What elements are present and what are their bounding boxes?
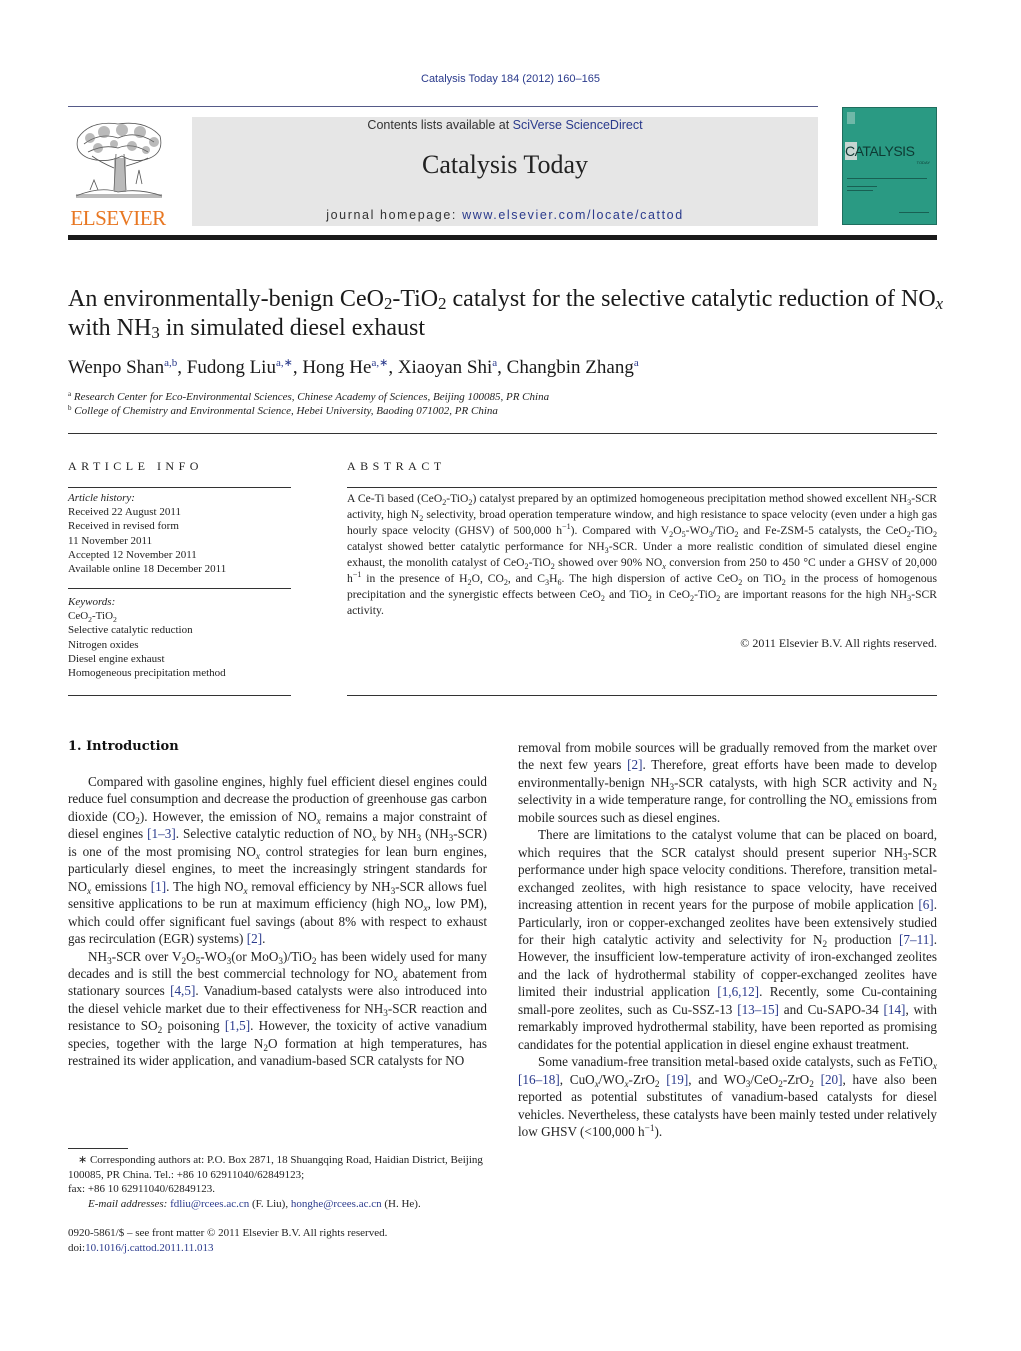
- paragraph: Compared with gasoline engines, highly f…: [68, 774, 488, 947]
- cover-line: [847, 178, 927, 179]
- cover-line: [847, 190, 873, 191]
- history-item: Received in revised form: [68, 520, 179, 533]
- reference-link[interactable]: [1,6,12]: [717, 984, 759, 999]
- author[interactable]: Xiaoyan Shi: [398, 357, 492, 378]
- article-info-heading: ARTICLE INFO: [68, 459, 203, 473]
- article-history: Article history: Received 22 August 2011…: [68, 491, 291, 576]
- reference-link[interactable]: [19]: [666, 1072, 688, 1087]
- homepage-prefix: journal homepage:: [326, 208, 463, 222]
- fax: fax: +86 10 62911040/62849123.: [68, 1183, 215, 1195]
- header-divider: [68, 106, 818, 107]
- cover-line: [847, 186, 877, 187]
- front-matter: 0920-5861/$ – see front matter © 2011 El…: [68, 1226, 488, 1256]
- doi-link[interactable]: 10.1016/j.cattod.2011.11.013: [85, 1242, 213, 1254]
- history-item: Accepted 12 November 2011: [68, 548, 197, 561]
- email-link[interactable]: fdliu@rcees.ac.cn: [170, 1198, 249, 1210]
- author-affiliation-mark[interactable]: a: [492, 357, 497, 369]
- left-column: Compared with gasoline engines, highly f…: [68, 773, 487, 1070]
- corresponding-author-footnote: ∗ Corresponding authors at: P.O. Box 287…: [68, 1153, 488, 1211]
- elsevier-tree-icon: [75, 122, 163, 198]
- divider: [347, 695, 937, 696]
- journal-homepage: journal homepage: www.elsevier.com/locat…: [192, 208, 818, 222]
- journal-title: Catalysis Today: [422, 150, 588, 179]
- reference-link[interactable]: [16–18]: [518, 1072, 560, 1087]
- abstract-copyright: © 2011 Elsevier B.V. All rights reserved…: [740, 636, 937, 650]
- reference-link[interactable]: [7–11]: [899, 932, 934, 947]
- contents-prefix: Contents lists available at: [367, 118, 513, 132]
- keywords-label: Keywords:: [68, 596, 116, 608]
- paragraph: NH3-SCR over V2O5-WO3(or MoO3)/TiO2 has …: [68, 948, 487, 1069]
- history-item: Received 22 August 2011: [68, 506, 181, 519]
- divider: [347, 487, 937, 488]
- paragraph-continued: removal from mobile sources will be grad…: [518, 740, 937, 825]
- reference-link[interactable]: [6]: [918, 897, 933, 912]
- article-title: An environmentally-benign CeO2-TiO2 cata…: [68, 286, 944, 342]
- reference-link[interactable]: [2]: [247, 931, 262, 946]
- author-affiliation-mark[interactable]: a,∗: [371, 357, 388, 369]
- reference-link[interactable]: [1–3]: [147, 826, 176, 841]
- author-affiliation-mark[interactable]: a,∗: [276, 357, 293, 369]
- history-item: 11 November 2011: [68, 534, 153, 547]
- author-affiliation-mark[interactable]: a,b: [164, 357, 177, 369]
- section-divider: [68, 433, 937, 434]
- reference-link[interactable]: [1,5]: [225, 1018, 250, 1033]
- keyword: Diesel engine exhaust: [68, 652, 165, 665]
- author[interactable]: Hong He: [302, 357, 371, 378]
- reference-link[interactable]: [13–15]: [737, 1002, 779, 1017]
- keyword: Selective catalytic reduction: [68, 624, 193, 637]
- corresponding-address: ∗ Corresponding authors at: P.O. Box 287…: [68, 1154, 483, 1181]
- cover-subtitle: TODAY: [916, 160, 930, 165]
- paragraph: Some vanadium-free transition metal-base…: [518, 1054, 938, 1139]
- divider: [68, 695, 291, 696]
- doi-line: doi:10.1016/j.cattod.2011.11.013: [68, 1242, 214, 1254]
- elsevier-wordmark: ELSEVIER: [70, 206, 166, 230]
- abstract-heading: ABSTRACT: [347, 459, 446, 473]
- author-affiliation-mark[interactable]: a: [634, 357, 639, 369]
- reference-link[interactable]: [14]: [883, 1002, 905, 1017]
- sciencedirect-link[interactable]: SciVerse ScienceDirect: [513, 118, 643, 132]
- email-line: E-mail addresses: fdliu@rcees.ac.cn (F. …: [88, 1197, 421, 1210]
- journal-banner: Contents lists available at SciVerse Sci…: [192, 117, 818, 226]
- contents-line: Contents lists available at SciVerse Sci…: [192, 118, 818, 132]
- keyword: CeO2-TiO2: [68, 610, 117, 625]
- reference-link[interactable]: [1]: [151, 879, 166, 894]
- keyword: Homogeneous precipitation method: [68, 667, 226, 680]
- right-column: removal from mobile sources will be grad…: [518, 739, 937, 1140]
- divider: [68, 588, 291, 589]
- homepage-link[interactable]: www.elsevier.com/locate/cattod: [462, 208, 684, 222]
- keywords: Keywords: CeO2-TiO2 Selective catalytic …: [68, 595, 291, 680]
- reference-link[interactable]: [2]: [627, 757, 642, 772]
- history-item: Available online 18 December 2011: [68, 563, 227, 576]
- paragraph: There are limitations to the catalyst vo…: [518, 827, 937, 1052]
- cover-line: [899, 212, 929, 213]
- author-list: Wenpo Shana,b, Fudong Liua,∗, Hong Hea,∗…: [68, 357, 639, 378]
- abstract-text: A Ce-Ti based (CeO2-TiO2) catalyst prepa…: [347, 492, 937, 617]
- affiliation: b College of Chemistry and Environmental…: [68, 404, 498, 417]
- issn-line: 0920-5861/$ – see front matter © 2011 El…: [68, 1227, 388, 1239]
- journal-citation[interactable]: Catalysis Today 184 (2012) 160–165: [0, 73, 1021, 85]
- author[interactable]: Wenpo Shan: [68, 357, 164, 378]
- cover-title: CATALYSIS: [845, 143, 915, 159]
- author[interactable]: Changbin Zhang: [507, 357, 634, 378]
- history-label: Article history:: [68, 492, 135, 504]
- elsevier-logo[interactable]: ELSEVIER: [68, 118, 168, 230]
- email-link[interactable]: honghe@rcees.ac.cn: [291, 1198, 382, 1210]
- reference-link[interactable]: [4,5]: [170, 983, 195, 998]
- section-heading-introduction: 1. Introduction: [68, 739, 179, 754]
- divider: [68, 487, 291, 488]
- cover-logo-icon: [847, 112, 855, 124]
- reference-link[interactable]: [20]: [821, 1072, 843, 1087]
- footnote-divider: [68, 1148, 128, 1149]
- header-thick-divider: [68, 235, 937, 240]
- author[interactable]: Fudong Liu: [187, 357, 276, 378]
- affiliation: a Research Center for Eco-Environmental …: [68, 390, 550, 403]
- journal-cover-thumbnail[interactable]: CATALYSIS TODAY: [842, 107, 937, 225]
- keyword: Nitrogen oxides: [68, 638, 139, 651]
